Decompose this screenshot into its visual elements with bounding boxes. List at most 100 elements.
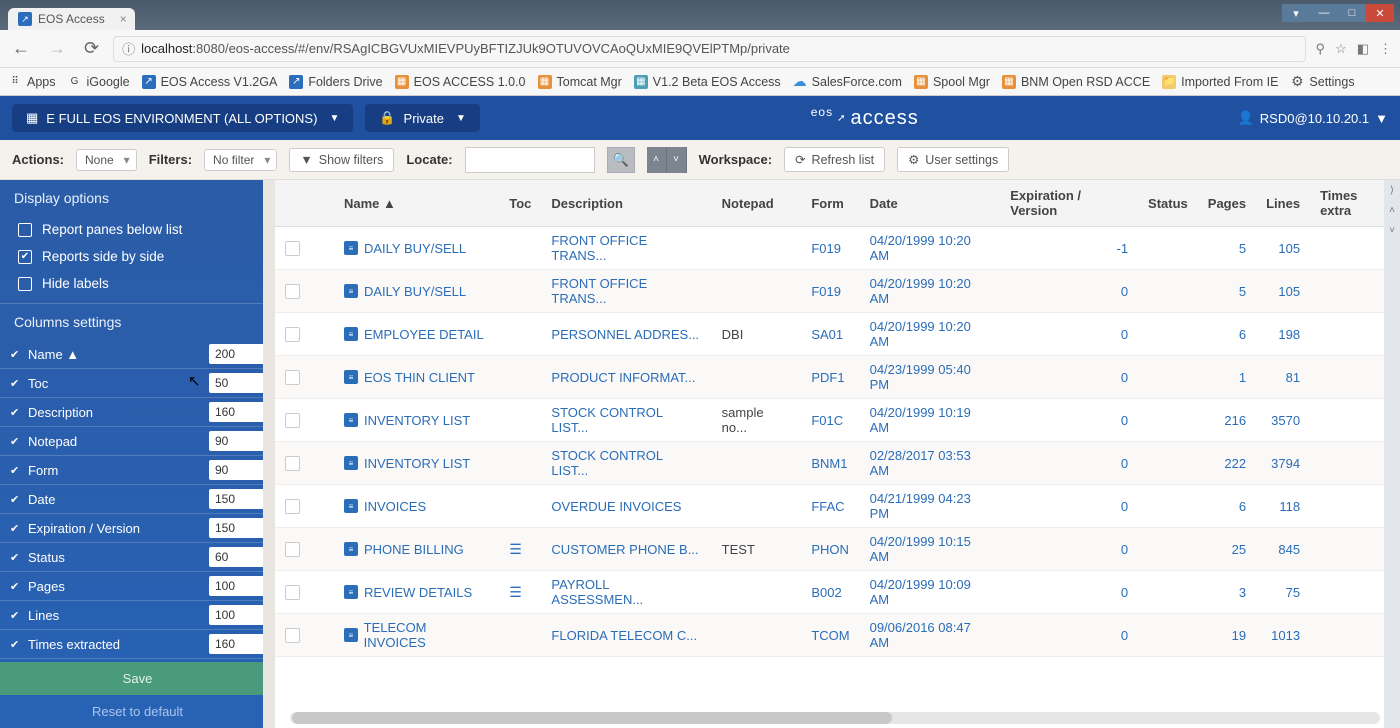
bookmark-item[interactable]: GiGoogle <box>68 75 130 89</box>
column-width-input[interactable]: 100 <box>209 605 265 625</box>
column-setting-row[interactable]: Times extracted160 <box>0 630 275 659</box>
column-width-input[interactable]: 160 <box>209 402 265 422</box>
window-maximize-button[interactable]: □ <box>1338 4 1366 22</box>
column-header[interactable]: Toc <box>499 180 541 227</box>
column-width-input[interactable]: 90 <box>209 431 265 451</box>
tab-close-icon[interactable]: × <box>120 12 127 26</box>
row-checkbox[interactable] <box>285 370 300 385</box>
display-option[interactable]: Hide labels <box>0 270 275 297</box>
actions-select[interactable]: None <box>76 149 137 171</box>
bookmark-item[interactable]: 📁Imported From IE <box>1162 75 1278 89</box>
column-width-input[interactable]: 150 <box>209 518 265 538</box>
table-row[interactable]: ≡INVOICESOVERDUE INVOICESFFAC04/21/1999 … <box>275 485 1400 528</box>
save-button[interactable]: Save <box>0 662 275 695</box>
row-checkbox[interactable] <box>285 284 300 299</box>
locate-prev-button[interactable]: ˄ <box>647 147 667 173</box>
environment-selector[interactable]: ▦ E FULL EOS ENVIRONMENT (ALL OPTIONS) ▼ <box>12 104 353 132</box>
scrollbar-thumb[interactable] <box>292 712 892 724</box>
row-checkbox[interactable] <box>285 241 300 256</box>
checkbox-icon[interactable] <box>18 250 32 264</box>
window-close-button[interactable]: ✕ <box>1366 4 1394 22</box>
locate-next-button[interactable]: ˅ <box>667 147 687 173</box>
row-checkbox[interactable] <box>285 327 300 342</box>
column-header[interactable]: Description <box>541 180 711 227</box>
toc-icon[interactable]: ☰ <box>509 584 522 600</box>
column-setting-row[interactable]: Pages100 <box>0 572 275 601</box>
column-header[interactable]: Status <box>1138 180 1198 227</box>
browser-tab[interactable]: ↗ EOS Access × <box>8 8 135 30</box>
locate-input[interactable] <box>465 147 595 173</box>
bookmark-item[interactable]: ▦Tomcat Mgr <box>538 75 622 89</box>
menu-icon[interactable]: ⋮ <box>1379 41 1392 57</box>
reset-button[interactable]: Reset to default <box>0 695 275 728</box>
row-checkbox[interactable] <box>285 456 300 471</box>
reload-icon[interactable]: ⟳ <box>80 38 103 59</box>
column-setting-row[interactable]: Description160 <box>0 398 275 427</box>
rail-down-icon[interactable]: ˅ <box>1384 220 1400 240</box>
forward-icon[interactable]: → <box>44 38 70 59</box>
user-menu[interactable]: 👤 RSD0@10.10.20.1 ▼ <box>1238 110 1388 126</box>
site-info-icon[interactable]: ⓘ <box>122 39 135 58</box>
column-header[interactable]: Expiration / Version <box>1000 180 1138 227</box>
row-checkbox[interactable] <box>285 499 300 514</box>
display-option[interactable]: Reports side by side <box>0 243 275 270</box>
toc-icon[interactable]: ☰ <box>509 541 522 557</box>
table-row[interactable]: ≡INVENTORY LISTSTOCK CONTROL LIST...BNM1… <box>275 442 1400 485</box>
row-checkbox[interactable] <box>285 628 300 643</box>
refresh-list-button[interactable]: ⟳Refresh list <box>784 147 885 172</box>
column-setting-row[interactable]: Name ▲200 <box>0 340 275 369</box>
bookmark-item[interactable]: ▦Spool Mgr <box>914 75 990 89</box>
checkbox-icon[interactable] <box>18 277 32 291</box>
bookmark-item[interactable]: ▦V1.2 Beta EOS Access <box>634 75 781 89</box>
column-setting-row[interactable]: Date150 <box>0 485 275 514</box>
column-width-input[interactable]: 90 <box>209 460 265 480</box>
column-header[interactable]: Form <box>801 180 859 227</box>
extension-icon[interactable]: ◧ <box>1357 41 1369 57</box>
column-setting-row[interactable]: Toc50 <box>0 369 275 398</box>
column-width-input[interactable]: 50 <box>209 373 265 393</box>
column-width-input[interactable]: 200 <box>209 344 265 364</box>
row-checkbox[interactable] <box>285 413 300 428</box>
bookmark-item[interactable]: ↗EOS Access V1.2GA <box>142 75 278 89</box>
window-hide-button[interactable]: ▾ <box>1282 4 1310 22</box>
bookmark-item[interactable]: ☁SalesForce.com <box>793 75 902 89</box>
column-header[interactable]: Date <box>860 180 1001 227</box>
pin-icon[interactable]: ⚲ <box>1316 41 1326 57</box>
table-row[interactable]: ≡DAILY BUY/SELLFRONT OFFICE TRANS...F019… <box>275 270 1400 313</box>
row-checkbox[interactable] <box>285 585 300 600</box>
user-settings-button[interactable]: ⚙User settings <box>897 147 1009 172</box>
back-icon[interactable]: ← <box>8 38 34 59</box>
table-row[interactable]: ≡REVIEW DETAILS☰PAYROLL ASSESSMEN...B002… <box>275 571 1400 614</box>
bookmark-item[interactable]: ⠿Apps <box>8 75 56 89</box>
bookmark-item[interactable]: ⚙Settings <box>1290 75 1354 89</box>
table-row[interactable]: ≡EMPLOYEE DETAILPERSONNEL ADDRES...DBISA… <box>275 313 1400 356</box>
column-setting-row[interactable]: Notepad90 <box>0 427 275 456</box>
column-setting-row[interactable]: Lines100 <box>0 601 275 630</box>
table-row[interactable]: ≡INVENTORY LISTSTOCK CONTROL LIST...samp… <box>275 399 1400 442</box>
window-minimize-button[interactable]: — <box>1310 4 1338 22</box>
bookmark-item[interactable]: ▦EOS ACCESS 1.0.0 <box>395 75 526 89</box>
table-row[interactable]: ≡DAILY BUY/SELLFRONT OFFICE TRANS...F019… <box>275 227 1400 270</box>
table-row[interactable]: ≡TELECOM INVOICESFLORIDA TELECOM C...TCO… <box>275 614 1400 657</box>
visibility-selector[interactable]: 🔒 Private ▼ <box>365 104 480 132</box>
column-width-input[interactable]: 150 <box>209 489 265 509</box>
column-width-input[interactable]: 100 <box>209 576 265 596</box>
sidebar-scrollbar[interactable] <box>263 180 275 728</box>
locate-search-button[interactable]: 🔍 <box>607 147 635 173</box>
column-header[interactable]: Notepad <box>712 180 802 227</box>
filters-select[interactable]: No filter <box>204 149 277 171</box>
column-setting-row[interactable]: Expiration / Version150 <box>0 514 275 543</box>
table-row[interactable]: ≡EOS THIN CLIENTPRODUCT INFORMAT...PDF10… <box>275 356 1400 399</box>
rail-collapse-icon[interactable]: ⟩ <box>1384 180 1400 200</box>
column-setting-row[interactable]: Form90 <box>0 456 275 485</box>
column-width-input[interactable]: 160 <box>209 634 265 654</box>
column-width-input[interactable]: 60 <box>209 547 265 567</box>
table-row[interactable]: ≡PHONE BILLING☰CUSTOMER PHONE B...TESTPH… <box>275 528 1400 571</box>
bookmark-item[interactable]: ↗Folders Drive <box>289 75 382 89</box>
address-bar[interactable]: ⓘ localhost:8080/eos-access/#/env/RSAgIC… <box>113 36 1305 62</box>
rail-up-icon[interactable]: ˄ <box>1384 200 1400 220</box>
row-checkbox[interactable] <box>285 542 300 557</box>
display-option[interactable]: Report panes below list <box>0 216 275 243</box>
column-setting-row[interactable]: Status60 <box>0 543 275 572</box>
show-filters-button[interactable]: ▼Show filters <box>289 148 394 172</box>
